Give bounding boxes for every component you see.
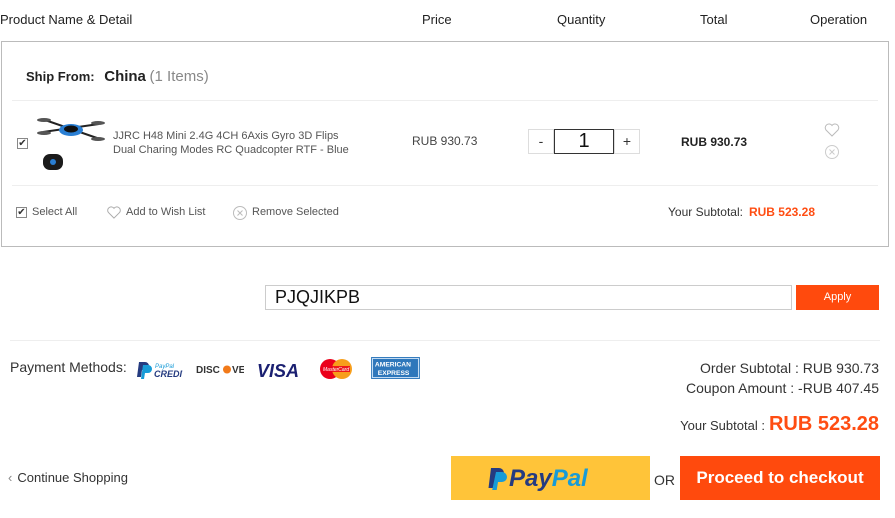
visa-logo: VISA (257, 361, 299, 381)
cart-subtotal-label: Your Subtotal: (668, 205, 743, 219)
continue-shopping-link[interactable]: ‹ Continue Shopping (8, 470, 128, 485)
price-column-header: Price (422, 12, 452, 27)
or-separator: OR (654, 472, 675, 488)
svg-text:AMERICAN: AMERICAN (375, 362, 411, 369)
svg-text:VISA: VISA (257, 361, 299, 381)
paypal-credit-logo: PayPal CREDIT (137, 362, 183, 379)
quantity-input[interactable]: 1 (554, 129, 614, 154)
your-subtotal: Your Subtotal : RUB 523.28 (680, 413, 879, 436)
chevron-left-icon: ‹ (8, 470, 13, 485)
select-all-checkbox[interactable]: ✔ (16, 207, 27, 218)
paypal-word-pal: Pal (552, 465, 589, 492)
quantity-stepper: - 1 + (528, 129, 640, 154)
cart-table-header: Product Name & Detail Price Quantity Tot… (0, 0, 895, 40)
quantity-increase-button[interactable]: + (614, 129, 640, 154)
cart-subtotal: Your Subtotal: RUB 523.28 (668, 205, 815, 219)
your-subtotal-value: RUB 523.28 (768, 413, 879, 435)
your-subtotal-label: Your Subtotal : (680, 418, 765, 433)
continue-shopping-label: Continue Shopping (17, 470, 128, 485)
paypal-logo: PayPal (488, 465, 589, 492)
ship-from-label: Ship From: (26, 69, 95, 84)
discover-logo: DISC VER (196, 365, 244, 376)
cart-subtotal-value: RUB 523.28 (748, 205, 815, 219)
remove-selected-link[interactable]: Remove Selected (252, 206, 339, 218)
payment-methods-label: Payment Methods: (10, 359, 127, 375)
paypal-checkout-button[interactable]: PayPal (451, 456, 650, 500)
paypal-word-pay: Pay (509, 465, 553, 492)
add-to-wishlist-link[interactable]: Add to Wish List (126, 206, 205, 218)
american-express-logo: AMERICAN EXPRESS (371, 357, 420, 379)
order-subtotal: Order Subtotal : RUB 930.73 (700, 360, 879, 376)
mastercard-logo: MasterCard (320, 359, 352, 379)
svg-text:CREDIT: CREDIT (154, 369, 183, 379)
svg-text:EXPRESS: EXPRESS (378, 370, 410, 377)
svg-text:PayPal: PayPal (509, 465, 589, 492)
divider (10, 340, 880, 341)
product-name-link[interactable]: JJRC H48 Mini 2.4G 4CH 6Axis Gyro 3D Fli… (113, 129, 363, 157)
total-column-header: Total (700, 12, 728, 27)
product-thumbnail[interactable] (35, 112, 107, 176)
select-all-label[interactable]: Select All (32, 206, 77, 218)
product-column-header: Product Name & Detail (0, 12, 133, 27)
item-count: (1 Items) (149, 68, 209, 85)
operation-column-header: Operation (810, 12, 868, 27)
coupon-amount: Coupon Amount : -RUB 407.45 (685, 380, 879, 396)
item-total: RUB 930.73 (681, 135, 748, 149)
divider (12, 185, 878, 186)
svg-text:VER: VER (232, 365, 244, 376)
svg-text:MasterCard: MasterCard (323, 367, 349, 373)
apply-coupon-button[interactable]: Apply (796, 285, 879, 310)
cart-panel: Ship From: China (1 Items) ✔ JJRC H48 Mi… (1, 41, 889, 247)
remove-item-icon[interactable] (824, 144, 840, 160)
ship-from: Ship From: China (1 Items) (26, 68, 209, 85)
ship-country: China (104, 68, 146, 85)
coupon-code-input[interactable]: PJQJIKPB (265, 285, 792, 310)
item-checkbox[interactable]: ✔ (17, 138, 28, 149)
heart-icon[interactable] (824, 122, 840, 138)
proceed-to-checkout-button[interactable]: Proceed to checkout (680, 456, 880, 500)
quantity-column-header: Quantity (557, 12, 606, 27)
svg-text:DISC: DISC (196, 365, 220, 376)
item-price: RUB 930.73 (412, 134, 478, 148)
divider (12, 100, 878, 101)
remove-icon[interactable] (232, 205, 248, 221)
heart-icon[interactable] (106, 205, 122, 220)
quantity-decrease-button[interactable]: - (528, 129, 554, 154)
